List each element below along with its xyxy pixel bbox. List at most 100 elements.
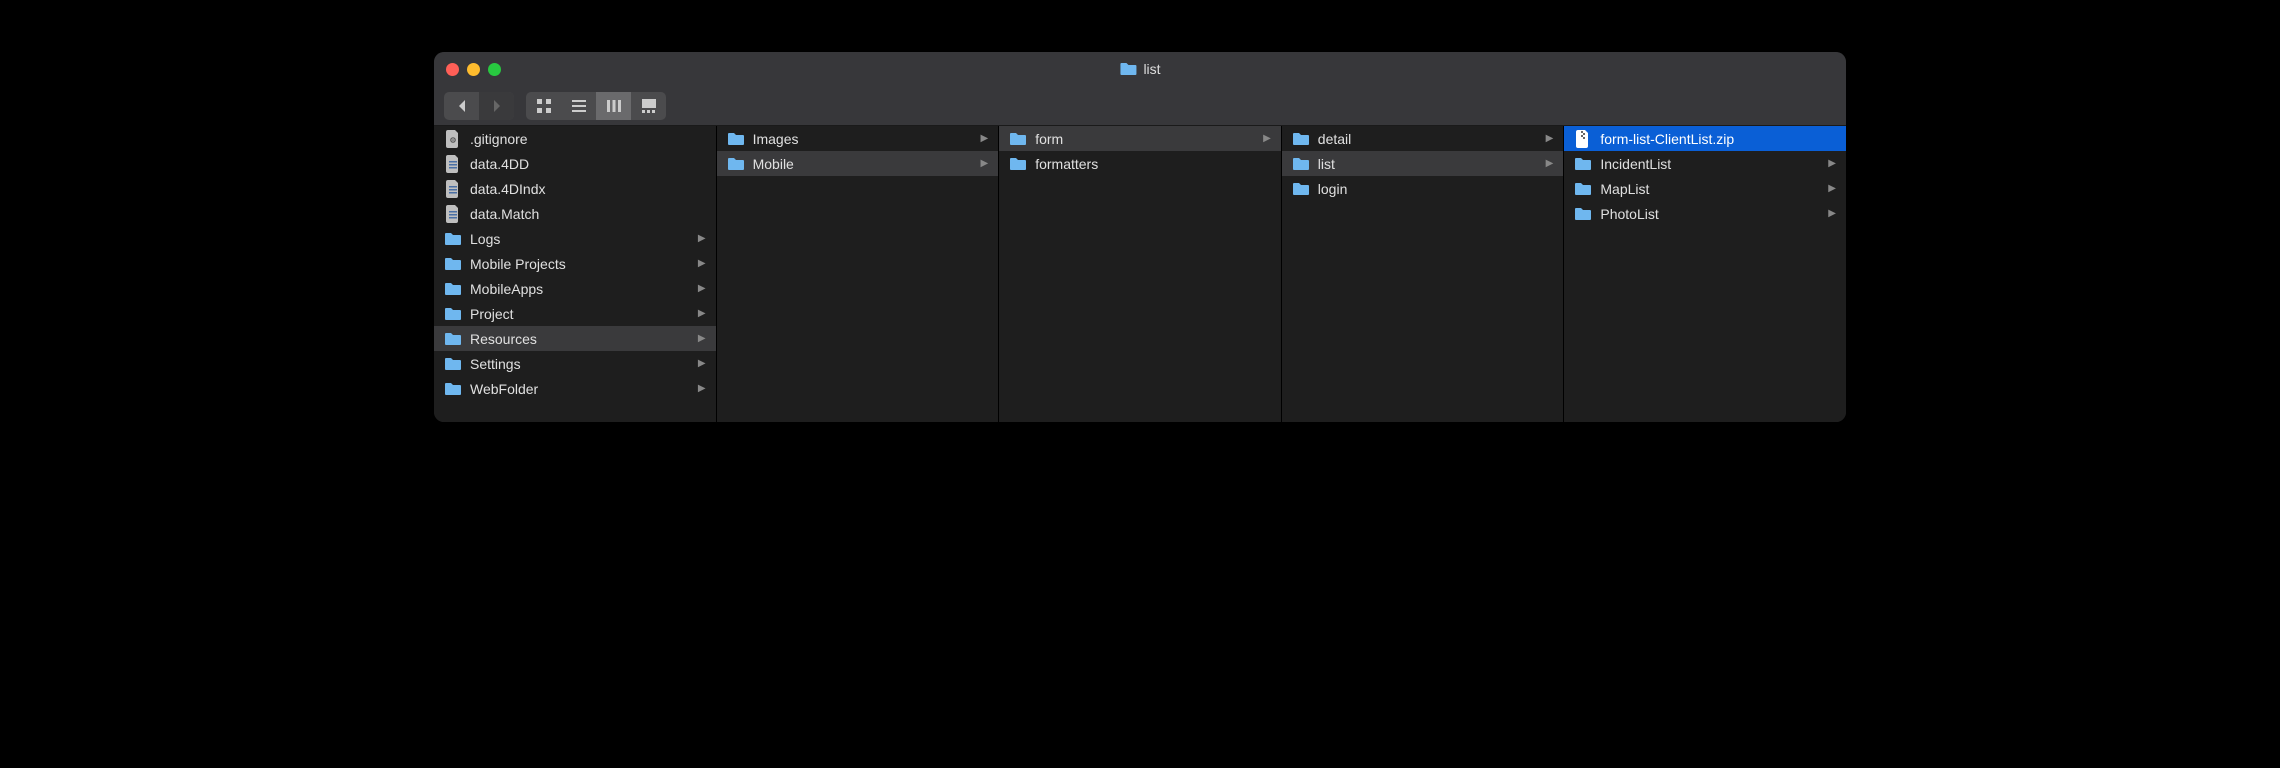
back-button[interactable] [444, 92, 479, 120]
item-label: Mobile [753, 156, 973, 172]
item-label: form-list-ClientList.zip [1600, 131, 1836, 147]
folder-icon [1119, 60, 1137, 78]
nav-buttons [444, 92, 514, 120]
folder-icon [444, 355, 462, 373]
list-item[interactable]: Images ▶ [717, 126, 999, 151]
column-browser: .gitignore data.4DD data.4DIndx data.Match L… [434, 126, 1846, 422]
folder-icon [444, 380, 462, 398]
item-label: IncidentList [1600, 156, 1820, 172]
item-label: MapList [1600, 181, 1820, 197]
window-title: list [1119, 60, 1160, 78]
list-item[interactable]: list ▶ [1282, 151, 1564, 176]
folder-icon [727, 155, 745, 173]
list-item[interactable]: IncidentList▶ [1564, 151, 1846, 176]
item-label: WebFolder [470, 381, 690, 397]
list-item[interactable]: MobileApps ▶ [434, 276, 716, 301]
list-item[interactable]: Settings ▶ [434, 351, 716, 376]
item-label: data.4DD [470, 156, 706, 172]
column: form ▶ formatters [999, 126, 1282, 422]
column: form-list-ClientList.zipIncidentList▶Map… [1564, 126, 1846, 422]
chevron-right-icon: ▶ [698, 283, 706, 294]
item-label: .gitignore [470, 131, 706, 147]
folder-icon [1009, 130, 1027, 148]
item-label: Mobile Projects [470, 256, 690, 272]
item-label: list [1318, 156, 1538, 172]
item-label: data.4DIndx [470, 181, 706, 197]
item-label: formatters [1035, 156, 1271, 172]
folder-icon [727, 130, 745, 148]
folder-icon [444, 255, 462, 273]
list-item[interactable]: formatters [999, 151, 1281, 176]
list-item[interactable]: data.4DIndx [434, 176, 716, 201]
folder-icon [444, 230, 462, 248]
folder-icon [444, 330, 462, 348]
minimize-button[interactable] [467, 63, 480, 76]
chevron-right-icon: ▶ [980, 158, 988, 169]
list-item[interactable]: MapList ▶ [1564, 176, 1846, 201]
icon-view-button[interactable] [526, 92, 561, 120]
list-item[interactable]: form-list-ClientList.zip [1564, 126, 1846, 151]
item-label: Resources [470, 331, 690, 347]
column: detail ▶ list ▶ login [1282, 126, 1565, 422]
list-item[interactable]: detail ▶ [1282, 126, 1564, 151]
column-view-button[interactable] [596, 92, 631, 120]
finder-window: list .gitignoredata.4DDd [434, 52, 1846, 422]
list-item[interactable]: Resources ▶ [434, 326, 716, 351]
chevron-right-icon: ▶ [698, 333, 706, 344]
folder-icon [1009, 155, 1027, 173]
list-item[interactable]: data.4DD [434, 151, 716, 176]
list-item[interactable]: Logs ▶ [434, 226, 716, 251]
list-view-button[interactable] [561, 92, 596, 120]
item-label: MobileApps [470, 281, 690, 297]
chevron-right-icon: ▶ [1546, 158, 1554, 169]
folder-icon [444, 280, 462, 298]
folder-icon [1574, 180, 1592, 198]
chevron-right-icon: ▶ [1828, 208, 1836, 219]
db-file-icon [444, 205, 462, 223]
list-item[interactable]: Mobile ▶ [717, 151, 999, 176]
chevron-right-icon: ▶ [698, 308, 706, 319]
db-file-icon [444, 180, 462, 198]
chevron-right-icon: ▶ [698, 233, 706, 244]
gear-file-icon [444, 130, 462, 148]
item-label: data.Match [470, 206, 706, 222]
column: Images ▶ Mobile ▶ [717, 126, 1000, 422]
item-label: form [1035, 131, 1255, 147]
list-item[interactable]: Project ▶ [434, 301, 716, 326]
chevron-right-icon: ▶ [1546, 133, 1554, 144]
folder-icon [1292, 180, 1310, 198]
folder-icon [444, 305, 462, 323]
folder-icon [1574, 155, 1592, 173]
forward-button[interactable] [479, 92, 514, 120]
chevron-right-icon: ▶ [1263, 133, 1271, 144]
item-label: login [1318, 181, 1554, 197]
db-file-icon [444, 155, 462, 173]
list-item[interactable]: WebFolder ▶ [434, 376, 716, 401]
toolbar [434, 86, 1846, 126]
chevron-right-icon: ▶ [698, 358, 706, 369]
list-item[interactable]: Mobile Projects ▶ [434, 251, 716, 276]
zip-file-icon [1574, 130, 1592, 148]
chevron-right-icon: ▶ [980, 133, 988, 144]
list-item[interactable]: PhotoList▶ [1564, 201, 1846, 226]
chevron-right-icon: ▶ [698, 383, 706, 394]
item-label: Settings [470, 356, 690, 372]
folder-icon [1292, 130, 1310, 148]
item-label: Project [470, 306, 690, 322]
close-button[interactable] [446, 63, 459, 76]
list-item[interactable]: form ▶ [999, 126, 1281, 151]
list-item[interactable]: data.Match [434, 201, 716, 226]
item-label: Images [753, 131, 973, 147]
list-item[interactable]: .gitignore [434, 126, 716, 151]
zoom-button[interactable] [488, 63, 501, 76]
list-item[interactable]: login [1282, 176, 1564, 201]
traffic-lights [446, 63, 501, 76]
item-label: detail [1318, 131, 1538, 147]
item-label: Logs [470, 231, 690, 247]
chevron-right-icon: ▶ [1828, 183, 1836, 194]
column: .gitignore data.4DD data.4DIndx data.Match L… [434, 126, 717, 422]
chevron-right-icon: ▶ [698, 258, 706, 269]
gallery-view-button[interactable] [631, 92, 666, 120]
folder-icon [1574, 205, 1592, 223]
view-toggle [526, 92, 666, 120]
